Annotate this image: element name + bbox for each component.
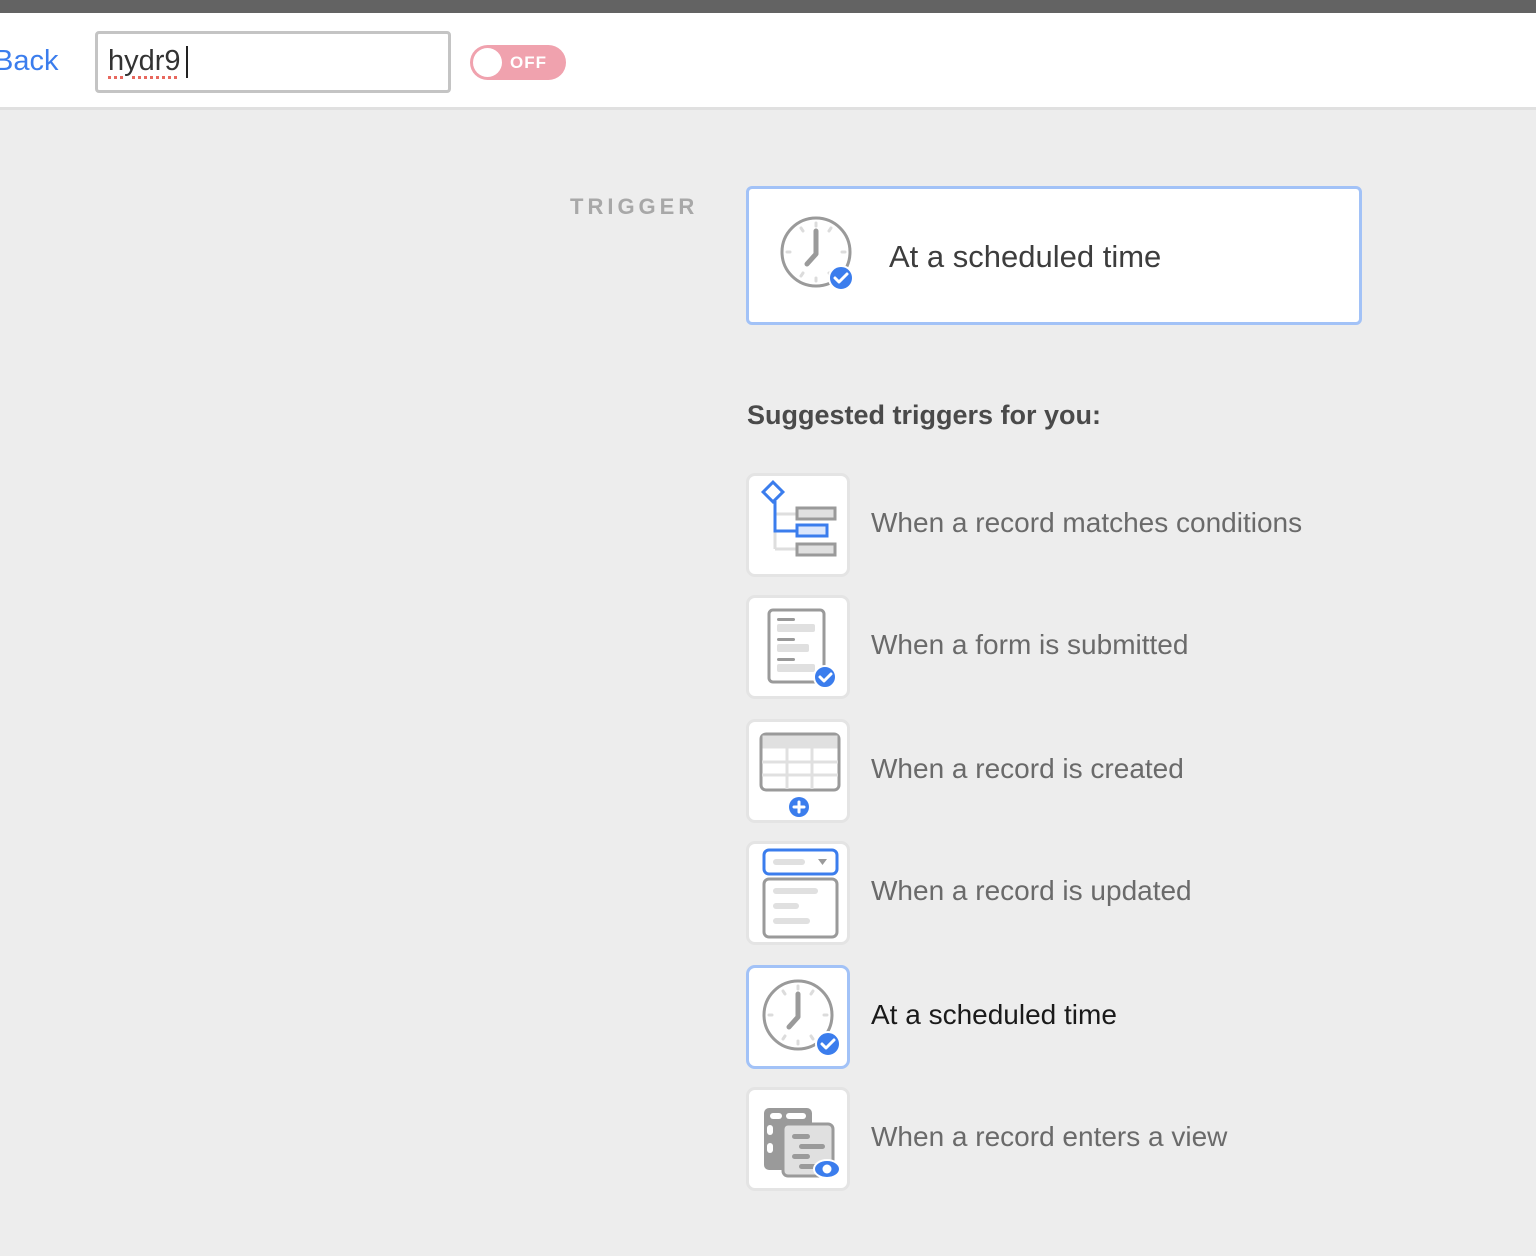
option-tile: [746, 595, 850, 699]
option-label: When a record is created: [871, 753, 1184, 784]
option-label: When a record is updated: [871, 875, 1192, 906]
option-tile: [746, 965, 850, 1069]
table-plus-icon: [759, 732, 841, 817]
window-top-strip: [0, 0, 1536, 13]
selected-trigger-card[interactable]: At a scheduled time: [746, 186, 1362, 325]
option-label: When a record matches conditions: [871, 507, 1303, 538]
conditions-branch-icon: [760, 479, 837, 557]
selected-trigger-label: At a scheduled time: [889, 239, 1162, 274]
suggested-triggers-title: Suggested triggers for you:: [747, 400, 1102, 430]
back-link[interactable]: Back: [0, 45, 58, 78]
trigger-option-record-created[interactable]: When a record is created: [746, 719, 1446, 823]
option-label: When a record enters a view: [871, 1121, 1228, 1152]
trigger-section-label: TRIGGER: [570, 194, 699, 219]
toggle-state-label: OFF: [510, 53, 547, 72]
trigger-option-form-submitted[interactable]: When a form is submitted: [746, 595, 1446, 699]
toggle-knob: [473, 48, 502, 77]
text-caret: [186, 46, 188, 78]
trigger-option-record-updated[interactable]: When a record is updated: [746, 841, 1446, 945]
option-tile: [746, 1087, 850, 1191]
option-tile: [746, 473, 850, 577]
record-update-icon: [762, 848, 839, 939]
option-label: When a form is submitted: [871, 629, 1189, 660]
option-tile: [746, 841, 850, 945]
trigger-option-scheduled-time[interactable]: At a scheduled time: [746, 965, 1446, 1069]
form-check-icon: [767, 608, 837, 689]
clock-check-icon: [762, 979, 841, 1057]
trigger-option-record-enters-view[interactable]: When a record enters a view: [746, 1087, 1446, 1191]
option-tile: [746, 719, 850, 823]
header-bar: Back hydr9 OFF: [0, 13, 1536, 110]
automation-toggle[interactable]: OFF: [470, 45, 566, 80]
trigger-option-record-matches-conditions[interactable]: When a record matches conditions: [746, 473, 1446, 577]
view-eye-icon: [764, 1108, 841, 1179]
clock-check-icon: [780, 216, 854, 291]
option-label: At a scheduled time: [871, 999, 1117, 1030]
automation-name-value: hydr9: [108, 45, 181, 77]
